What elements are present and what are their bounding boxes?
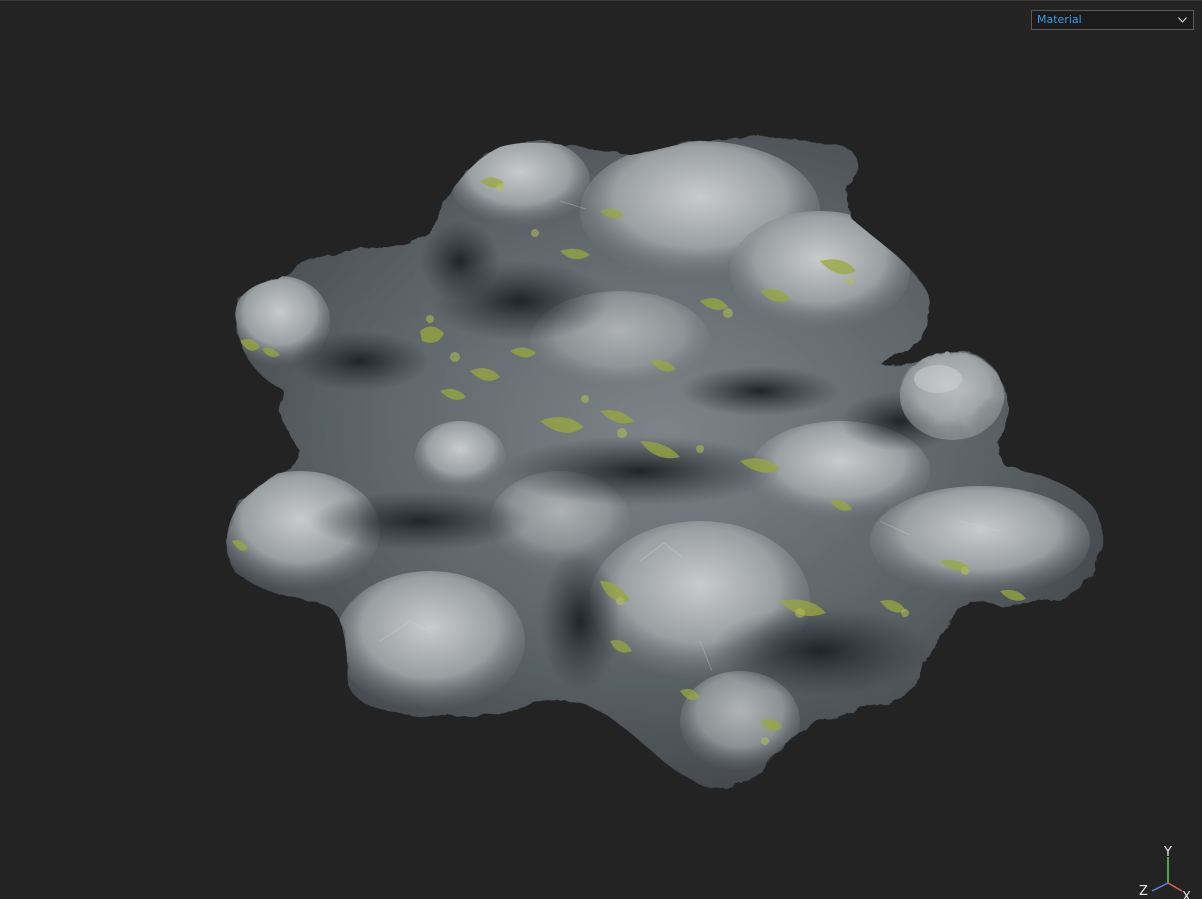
shading-mode-value: Material — [1037, 13, 1082, 26]
x-axis-line — [1167, 882, 1183, 892]
chevron-down-icon — [1178, 17, 1187, 23]
shading-mode-dropdown[interactable]: Material — [1031, 10, 1194, 30]
3d-viewport[interactable]: Material Y Z X — [0, 0, 1202, 899]
x-axis-label: X — [1182, 890, 1191, 899]
axis-gizmo: Y Z X — [1139, 845, 1191, 899]
y-axis-label: Y — [1163, 845, 1172, 860]
z-axis-label: Z — [1139, 884, 1148, 899]
z-axis-line — [1151, 882, 1169, 892]
rock-model[interactable] — [0, 1, 1202, 899]
